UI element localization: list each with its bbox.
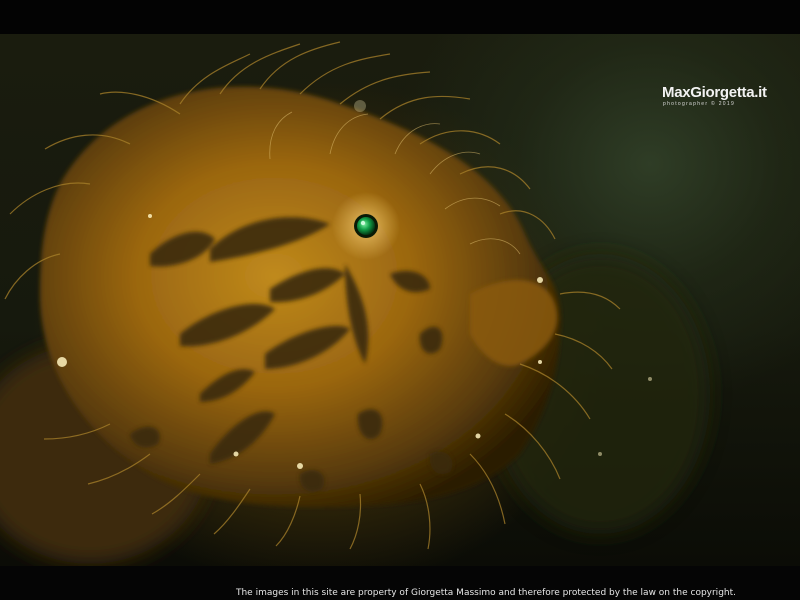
watermark-name: MaxGiorgetta.it: [662, 84, 767, 101]
watermark-tagline: photographer © 2019: [663, 101, 736, 107]
frogfish-photo: MaxGiorgetta.it photographer © 2019: [0, 34, 800, 566]
top-bar: [0, 0, 800, 34]
frogfish-illustration: [0, 41, 710, 564]
page: MaxGiorgetta.it photographer © 2019 The …: [0, 0, 800, 600]
copyright-notice: The images in this site are property of …: [235, 588, 736, 598]
eye: [357, 217, 375, 235]
watermark-logo: MaxGiorgetta.it photographer © 2019: [662, 84, 786, 108]
footer: The images in this site are property of …: [0, 566, 800, 600]
